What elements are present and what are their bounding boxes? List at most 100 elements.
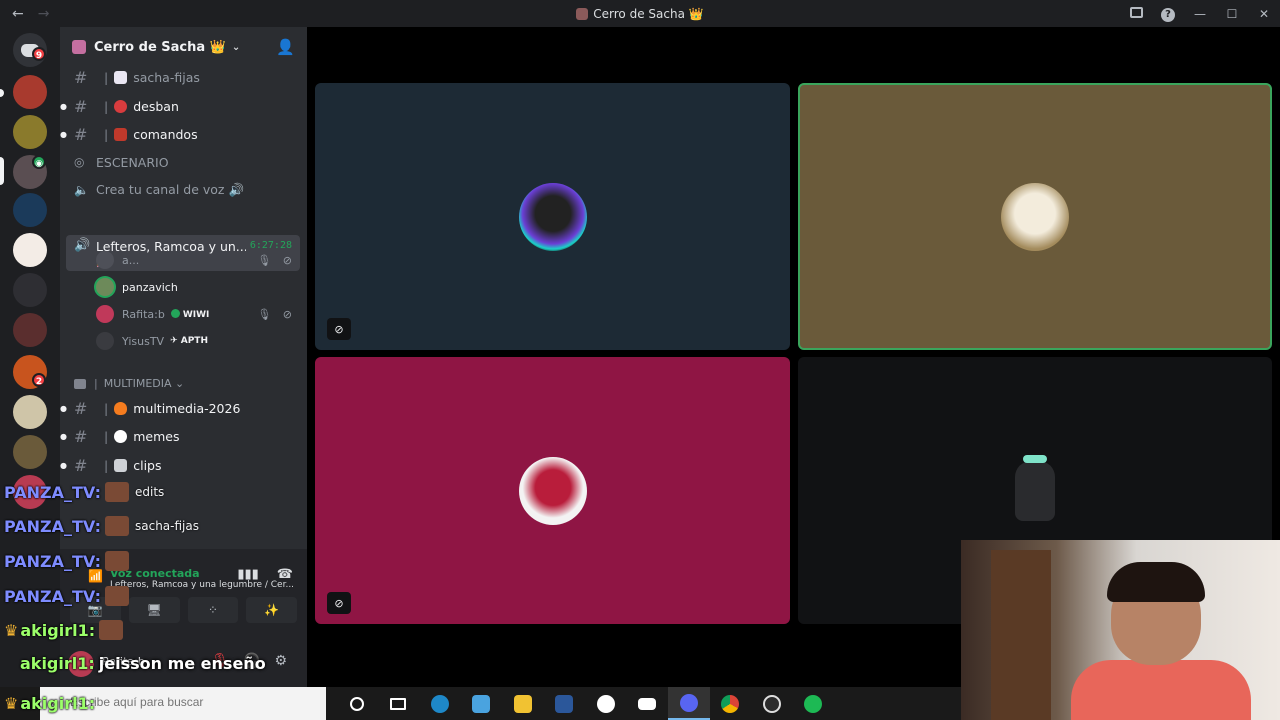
search-input[interactable] [70,695,310,709]
unread-dot: ● [60,403,67,413]
server-rail: 9 ◉ 2 [0,27,60,720]
muted-deafened-icon: 🎙 ⊘ [257,253,296,267]
emote-icon [105,482,129,502]
obs-icon[interactable] [751,687,793,720]
spotify-icon[interactable] [793,687,835,720]
channel-create-voice[interactable]: 🔈 Crea tu canal de voz 🔊 [60,177,307,203]
word-icon[interactable] [544,687,586,720]
activity-button[interactable]: ⁘ [187,597,239,623]
home-badge: 9 [32,47,46,61]
voice-member[interactable]: panzavich [96,275,296,299]
channel-comandos[interactable]: ● # | comandos [60,121,307,147]
speaker-icon: 🔈 [74,183,89,197]
window-title: Cerro de Sacha 👑 [0,7,1280,21]
avatar [96,278,114,296]
unread-dot: ● [60,101,67,111]
avatar [96,332,114,350]
member-tag: WIWI [170,308,209,320]
participant-avatar [518,182,587,251]
video-tile-speaking[interactable] [798,83,1272,350]
edge-icon[interactable] [419,687,461,720]
camera-icon [74,378,86,389]
add-member-icon[interactable]: 👤 [276,38,295,56]
muted-deafened-icon: 🎙 ⊘ [257,307,296,321]
minimize-button[interactable]: — [1184,7,1216,21]
channel-emoji-icon [114,127,128,141]
mail-icon[interactable] [627,687,669,720]
task-view-icon[interactable] [378,687,420,720]
close-button[interactable]: ✕ [1248,7,1280,21]
server-icon[interactable] [13,193,47,227]
soundboard-button[interactable]: ✨ [246,597,297,623]
server-icon[interactable] [13,233,47,267]
channel-escenario[interactable]: ◎ ESCENARIO [60,149,307,175]
participant-avatar [518,456,587,525]
chat-overlay-line: ♛ akigirl1: [4,620,124,640]
clown-emoji-icon [114,429,128,443]
stage-icon: ◎ [74,155,85,169]
voice-member[interactable]: a... 🎙 ⊘ [96,248,296,272]
hash-icon: # [74,67,88,87]
participant-avatar [1015,454,1055,521]
hash-icon: # [74,398,88,418]
server-home-icon [72,40,86,54]
maximize-button[interactable]: ☐ [1216,7,1248,21]
channel-sacha-fijas[interactable]: # | sacha-fijas [60,64,307,90]
unread-dot: ● [60,129,67,139]
avatar [96,251,114,269]
clapper-emoji-icon [114,458,128,472]
crown-icon: ♛ [4,620,19,640]
camera-off-icon: ⊘ [327,318,351,340]
channel-clips[interactable]: ● # | clips [60,452,307,478]
hash-icon: # [74,96,88,116]
channel-memes[interactable]: ● # | memes [60,423,307,449]
server-icon [576,7,589,20]
camera-off-icon: ⊘ [327,592,351,614]
category-multimedia[interactable]: | MULTIMEDIA ⌄ [74,377,184,390]
xbox-icon[interactable] [585,687,627,720]
voice-badge: ◉ [32,155,46,169]
server-icon[interactable] [13,435,47,469]
screen-share-button[interactable]: 🖥 [128,597,180,623]
server-header[interactable]: Cerro de Sacha 👑 ⌄ 👤 [60,27,307,67]
file-explorer-icon[interactable] [502,687,544,720]
hash-icon: # [74,455,88,475]
windows-taskbar: ⌕ ♛akigirl1: [0,687,961,720]
chevron-down-icon: ⌄ [231,41,241,53]
video-tile[interactable]: ⊘ [315,357,790,624]
waveform-icon[interactable]: ▮▮▮ [237,567,258,582]
channel-multimedia-2026[interactable]: ● # | multimedia-2026 [60,395,307,421]
hangup-icon[interactable]: ☎ [277,567,293,582]
store-icon[interactable] [461,687,503,720]
cortana-icon[interactable] [336,687,378,720]
server-icon[interactable] [13,313,47,347]
video-tile[interactable]: ⊘ [315,83,790,350]
emote-icon [105,551,129,571]
server-icon[interactable] [13,273,47,307]
server-badge: 2 [32,373,46,387]
chat-overlay-line: ♛ akigirl1: [4,694,96,713]
emote-icon [99,620,124,640]
chrome-icon[interactable] [710,687,752,720]
gear-icon[interactable]: ⚙ [274,653,287,669]
channel-emoji-icon [114,99,128,113]
chat-overlay-line: PANZA_TV: [4,586,129,606]
chat-overlay-line: akigirl1: jeisson me enseño [20,654,266,673]
inbox-icon[interactable] [1120,6,1152,21]
unread-dot: ● [60,460,67,470]
voice-member[interactable]: Rafita:b WIWI 🎙 ⊘ [96,302,296,326]
channel-emoji-icon [114,70,128,84]
emote-icon [105,586,129,606]
server-icon[interactable] [13,395,47,429]
voice-member[interactable]: YisusTV ✈ APTH [96,329,296,353]
server-icon[interactable] [13,115,47,149]
webcam-feed [961,540,1280,720]
channel-desban[interactable]: ● # | desban [60,93,307,119]
discord-taskbar-icon[interactable] [668,687,710,720]
help-icon[interactable]: ? [1152,6,1184,22]
selected-pill [0,157,4,185]
fire-emoji-icon [114,401,128,415]
emote-icon [105,516,129,536]
member-tag: ✈ APTH [170,336,208,346]
server-icon[interactable] [13,75,47,109]
